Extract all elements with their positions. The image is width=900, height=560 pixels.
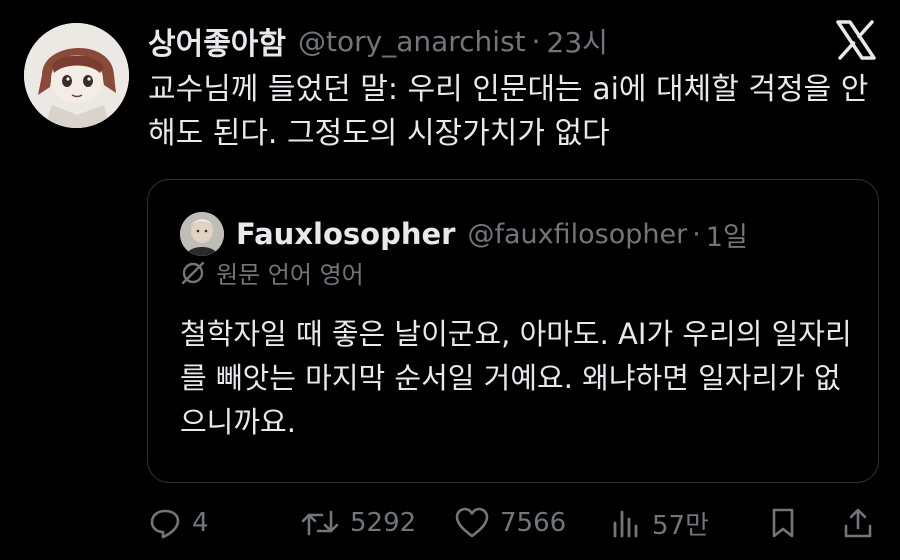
retweet-icon [301, 510, 339, 536]
retweet-count: 5292 [350, 508, 417, 538]
quote-tweet-card[interactable]: Fauxlosopher @fauxfilosopher · 1일 원문 언어 … [147, 179, 879, 483]
avatar[interactable] [24, 23, 129, 128]
bookmark-icon [772, 508, 794, 538]
reply-icon [150, 509, 180, 539]
retweet-button[interactable]: 5292 [300, 500, 416, 546]
translation-note[interactable]: 원문 언어 영어 [180, 255, 364, 290]
quote-display-name[interactable]: Fauxlosopher [236, 217, 455, 251]
quote-separator-dot: · [692, 218, 701, 250]
quote-avatar[interactable] [180, 212, 224, 256]
separator-dot: · [531, 24, 541, 58]
user-handle[interactable]: @tory_anarchist [298, 25, 526, 58]
bookmark-button[interactable] [768, 500, 808, 546]
views-button[interactable]: 57만 [610, 500, 709, 546]
quote-user-handle[interactable]: @fauxfilosopher [467, 219, 687, 250]
quote-text: 철학자일 때 좋은 날이군요, 아마도. AI가 우리의 일자리를 빼앗는 마지… [180, 317, 852, 439]
share-icon [844, 508, 872, 538]
share-button[interactable] [842, 500, 884, 546]
avatar-illustration [24, 23, 129, 128]
translation-label: 원문 언어 영어 [216, 261, 364, 289]
reply-button[interactable]: 4 [148, 500, 209, 546]
heart-icon [455, 507, 489, 538]
tweet-header: 상어좋아함 @tory_anarchist · 23시 [148, 18, 608, 64]
quote-timestamp[interactable]: 1일 [706, 215, 748, 254]
reply-count: 4 [192, 508, 209, 538]
quote-avatar-illustration [180, 212, 224, 256]
like-button[interactable]: 7566 [454, 500, 566, 546]
tweet-text: 교수님께 들었던 말: 우리 인문대는 ai에 대체할 걱정을 안해도 된다. … [148, 72, 869, 151]
timestamp[interactable]: 23시 [547, 21, 608, 61]
translate-icon [181, 261, 205, 284]
like-count: 7566 [500, 508, 567, 538]
display-name[interactable]: 상어좋아함 [148, 19, 286, 63]
views-icon [613, 510, 638, 538]
x-logo-icon [834, 18, 878, 62]
view-count: 57만 [652, 510, 710, 541]
quote-header: Fauxlosopher @fauxfilosopher · 1일 [180, 212, 748, 256]
action-bar: 4 5292 7566 57만 [148, 500, 878, 546]
